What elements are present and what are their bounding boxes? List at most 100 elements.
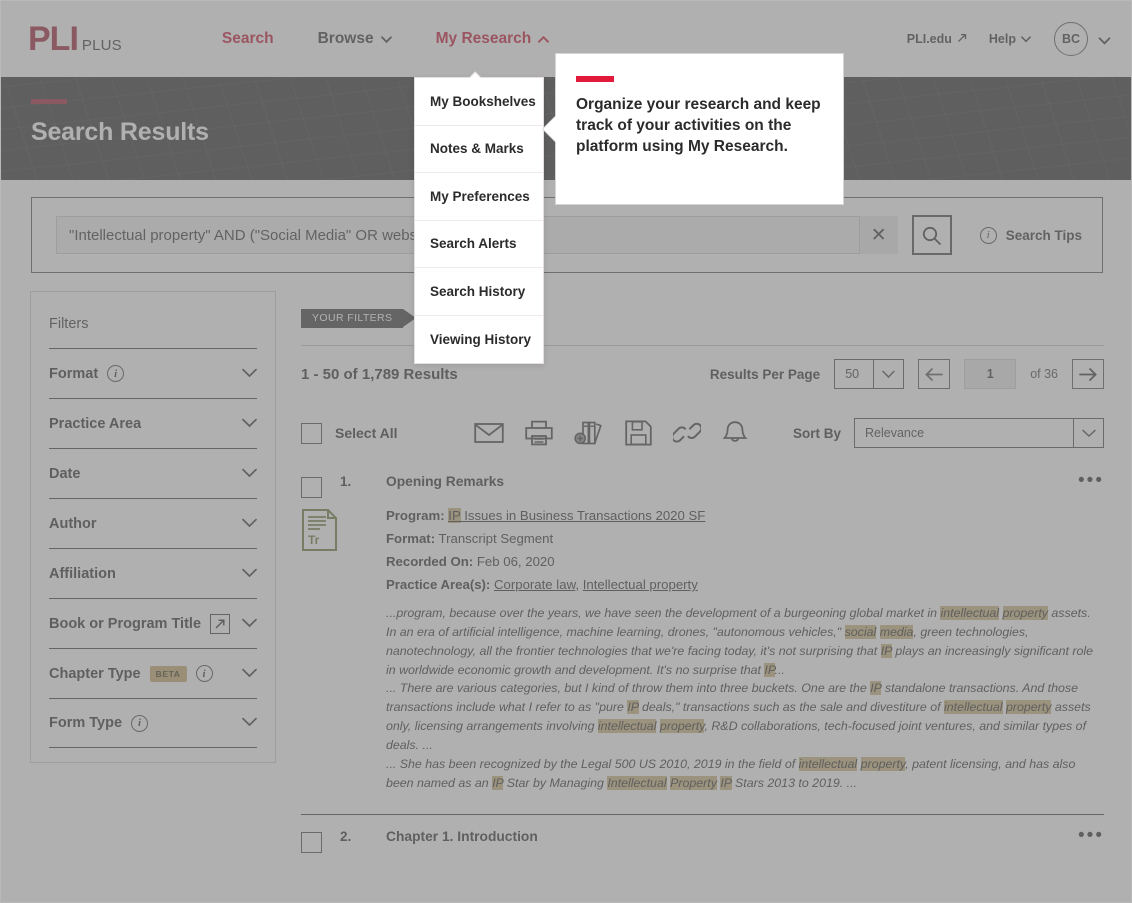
- highlight-term: property: [659, 719, 705, 734]
- sidebar-item-affiliation[interactable]: Affiliation: [49, 548, 257, 598]
- my-research-dropdown: My Bookshelves Notes & Marks My Preferen…: [414, 77, 544, 364]
- dropdown-item-my-preferences[interactable]: My Preferences: [415, 173, 543, 221]
- recorded-label: Recorded On:: [386, 554, 474, 569]
- dropdown-item-notes-and-marks[interactable]: Notes & Marks: [415, 126, 543, 173]
- checkbox[interactable]: [301, 422, 322, 444]
- chevron-up-icon: [538, 34, 550, 45]
- print-icon[interactable]: [524, 420, 553, 446]
- external-link-icon[interactable]: [210, 613, 231, 634]
- nav-item-label: My Research: [435, 30, 532, 47]
- results-per-page-label: Results Per Page: [709, 366, 821, 382]
- alert-bell-icon[interactable]: [722, 420, 748, 446]
- sidebar-item-date[interactable]: Date: [49, 448, 257, 498]
- tooltip-text: Organize your research and keep track of…: [576, 96, 821, 155]
- add-to-bookshelf-icon[interactable]: [573, 420, 604, 446]
- program-link[interactable]: IP Issues in Business Transactions 2020 …: [448, 508, 705, 523]
- highlight-term: Intellectual: [607, 775, 667, 790]
- select-all-checkbox[interactable]: Select All: [301, 422, 398, 444]
- filters-sidebar: Filters Format i Practice Area Date Auth…: [30, 291, 276, 763]
- sort-by-value: Relevance: [865, 426, 925, 440]
- highlight-term: intellectual: [798, 756, 858, 771]
- sidebar-item-form-type[interactable]: Form Type i: [49, 698, 257, 748]
- nav-item-search[interactable]: Search: [200, 1, 296, 77]
- results-toolbar: Select All Sort By Relevance: [301, 402, 1104, 464]
- app-window: PLI PLUS Search Browse My Research PLI.e…: [0, 0, 1132, 903]
- chevron-down-icon: [380, 34, 392, 45]
- chevron-down-icon: [1073, 419, 1103, 447]
- your-filters-tag[interactable]: YOUR FILTERS: [301, 308, 417, 328]
- chevron-down-icon: [242, 415, 257, 433]
- link-icon[interactable]: [672, 420, 701, 446]
- info-icon[interactable]: i: [107, 365, 125, 382]
- result-checkbox[interactable]: [301, 477, 322, 498]
- highlight-term: social: [844, 624, 877, 639]
- snippet-line: ... She has been recognized by the Legal…: [386, 756, 1076, 790]
- chevron-down-icon: [242, 615, 257, 633]
- pli-plus-logo[interactable]: PLI PLUS: [28, 22, 122, 56]
- highlight-term: media: [879, 624, 914, 639]
- filter-label: Form Type: [49, 715, 123, 731]
- practice-area-link[interactable]: Intellectual property: [583, 577, 698, 592]
- result-checkbox[interactable]: [301, 832, 322, 854]
- result-item: 2. Chapter 1. Introduction •••: [301, 815, 1104, 854]
- dropdown-item-search-history[interactable]: Search History: [415, 268, 543, 316]
- practice-area-link[interactable]: Corporate law: [494, 577, 575, 592]
- chevron-down-icon: [873, 360, 903, 388]
- snippet-line: ... There are various categories, but I …: [386, 681, 1091, 752]
- filter-label: Date: [49, 465, 81, 482]
- page-number-input[interactable]: [964, 359, 1017, 389]
- nav-item-my-research[interactable]: My Research: [413, 1, 572, 77]
- result-title-link[interactable]: Chapter 1. Introduction: [386, 829, 1078, 844]
- prev-page-button[interactable]: [918, 359, 951, 389]
- format-label: Format:: [386, 531, 436, 546]
- result-practice-area-line: Practice Area(s): Corporate law, Intelle…: [386, 577, 1104, 592]
- sort-by-label: Sort By: [792, 425, 841, 441]
- tooltip-arrow: [543, 116, 556, 142]
- sidebar-item-format[interactable]: Format i: [49, 348, 257, 398]
- highlight-term: IP: [448, 508, 461, 523]
- result-item: 1. Opening Remarks ••• Tr Program: IP Is…: [301, 464, 1104, 816]
- close-icon[interactable]: ✕: [859, 216, 898, 254]
- pli-edu-link[interactable]: PLI.edu: [907, 32, 967, 46]
- search-tips-label: Search Tips: [1005, 227, 1082, 243]
- result-title-link[interactable]: Opening Remarks: [386, 474, 1078, 489]
- dropdown-item-viewing-history[interactable]: Viewing History: [415, 316, 543, 364]
- highlight-term: property: [1002, 606, 1048, 620]
- search-icon[interactable]: [911, 215, 952, 255]
- result-number: 2.: [340, 829, 352, 845]
- dropdown-item-search-alerts[interactable]: Search Alerts: [415, 221, 543, 268]
- more-options-icon[interactable]: •••: [1078, 826, 1104, 845]
- avatar[interactable]: BC: [1054, 22, 1088, 56]
- logo-pli-text: PLI: [28, 20, 79, 58]
- info-icon[interactable]: i: [195, 665, 213, 682]
- results-column: YOUR FILTERS 1 - 50 of 1,789 Results Res…: [301, 291, 1104, 854]
- page-content: Filters Format i Practice Area Date Auth…: [1, 291, 1131, 902]
- sidebar-item-book-or-program-title[interactable]: Book or Program Title: [49, 598, 257, 648]
- results-per-page-select[interactable]: 50: [834, 359, 905, 389]
- sort-by-select[interactable]: Relevance: [854, 418, 1104, 448]
- my-research-tooltip: Organize your research and keep track of…: [542, 53, 844, 205]
- results-count: 1 - 50 of 1,789 Results: [301, 365, 458, 383]
- highlight-term: intellectual: [597, 719, 657, 734]
- filters-heading: Filters: [49, 316, 89, 332]
- info-icon[interactable]: i: [131, 714, 149, 732]
- transcript-document-icon: Tr: [301, 509, 338, 556]
- next-page-button[interactable]: [1072, 359, 1104, 389]
- search-tips-button[interactable]: i Search Tips: [979, 226, 1082, 244]
- highlight-term: IP: [870, 681, 882, 696]
- help-link[interactable]: Help: [989, 32, 1032, 46]
- sidebar-item-author[interactable]: Author: [49, 498, 257, 548]
- save-icon[interactable]: [624, 420, 652, 446]
- filter-label: Chapter Type: [49, 665, 141, 682]
- sidebar-item-chapter-type[interactable]: Chapter Type BETA i: [49, 648, 257, 698]
- chevron-down-icon: [242, 515, 257, 533]
- more-options-icon[interactable]: •••: [1078, 471, 1104, 490]
- nav-item-browse[interactable]: Browse: [296, 1, 414, 77]
- toolbar-icons: [473, 420, 748, 446]
- email-icon[interactable]: [473, 421, 504, 445]
- sidebar-item-practice-area[interactable]: Practice Area: [49, 398, 257, 448]
- chevron-down-icon[interactable]: [1098, 34, 1111, 45]
- recorded-value: Feb 06, 2020: [476, 554, 555, 569]
- dropdown-item-my-bookshelves[interactable]: My Bookshelves: [415, 78, 543, 126]
- user-menu[interactable]: BC: [1054, 22, 1111, 56]
